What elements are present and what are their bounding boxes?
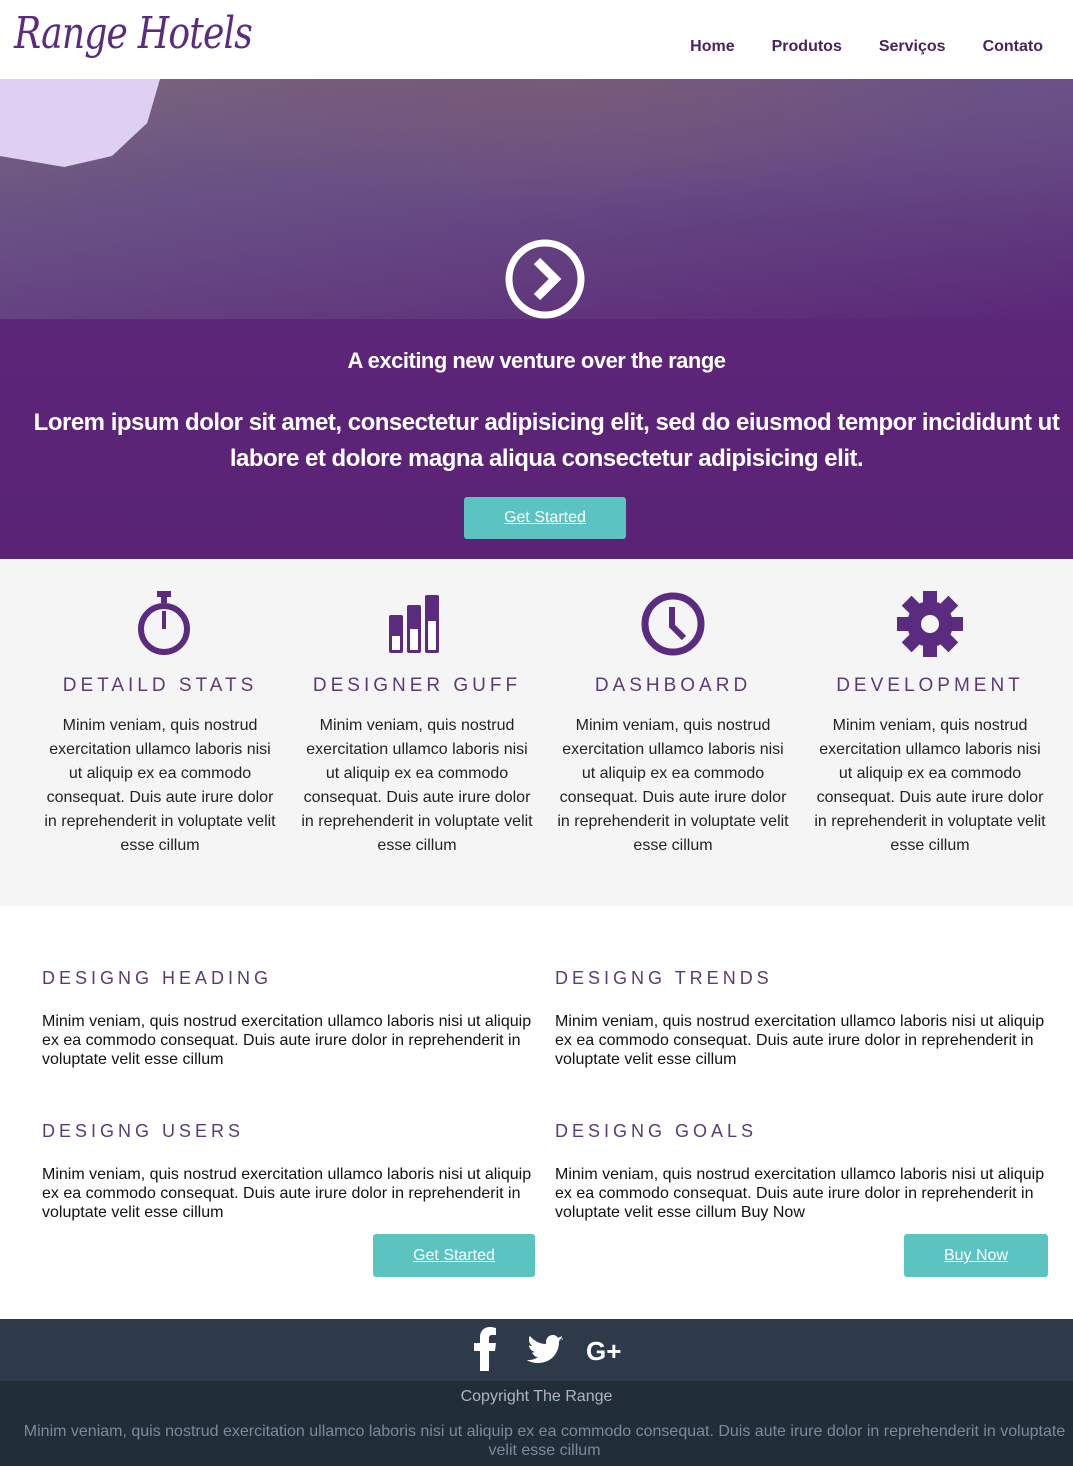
content-title: DESIGNG TRENDS: [555, 968, 773, 988]
facebook-icon[interactable]: [474, 1327, 498, 1371]
copyright-text: Copyright The Range: [460, 1388, 613, 1405]
content-text: Minim veniam, quis nostrud exercitation …: [555, 1166, 1045, 1221]
main-nav: Home Produtos Serviços Contato: [653, 38, 1043, 56]
social-bar: G+: [0, 1319, 1073, 1381]
content-block-goals: DESIGNG GOALS Minim veniam, quis nostrud…: [555, 1121, 1050, 1222]
google-plus-icon[interactable]: G+: [586, 1327, 624, 1371]
features-section: DETAILD STATS Minim veniam, quis nostrud…: [0, 559, 1073, 906]
nav-produtos[interactable]: Produtos: [772, 38, 842, 56]
hero-section: A exciting new venture over the range Lo…: [0, 79, 1073, 559]
stopwatch-icon: [138, 591, 190, 655]
content-title: DESIGNG USERS: [42, 1121, 245, 1141]
feature-title: DESIGNER GUFF: [312, 675, 522, 696]
clock-icon: [641, 592, 705, 656]
twitter-icon[interactable]: [527, 1327, 563, 1371]
content-title: DESIGNG HEADING: [42, 968, 273, 988]
feature-text: Minim veniam, quis nostrud exercitation …: [44, 717, 276, 854]
nav-servicos[interactable]: Serviços: [879, 38, 946, 56]
get-started-button[interactable]: Get Started: [373, 1234, 535, 1277]
feature-text: Minim veniam, quis nostrud exercitation …: [557, 717, 789, 854]
hero-text: Lorem ipsum dolor sit amet, consectetur …: [33, 409, 1060, 472]
nav-home[interactable]: Home: [690, 38, 734, 56]
hero-tagline: A exciting new venture over the range: [347, 348, 726, 373]
content-text: Minim veniam, quis nostrud exercitation …: [555, 1013, 1045, 1068]
site-header: Range Hotels Home Produtos Serviços Cont…: [0, 0, 1073, 79]
buy-now-button[interactable]: Buy Now: [904, 1234, 1048, 1277]
content-block-trends: DESIGNG TRENDS Minim veniam, quis nostru…: [555, 968, 1050, 1069]
content-title: DESIGNG GOALS: [555, 1121, 758, 1141]
copyright-area: Copyright The Range Minim veniam, quis n…: [0, 1381, 1073, 1466]
svg-text:G+: G+: [586, 1336, 621, 1366]
footer-text: Minim veniam, quis nostrud exercitation …: [23, 1423, 1066, 1459]
feature-title: DETAILD STATS: [62, 675, 258, 696]
nav-contato[interactable]: Contato: [983, 38, 1043, 56]
feature-text: Minim veniam, quis nostrud exercitation …: [301, 717, 533, 854]
content-block-users: DESIGNG USERS Minim veniam, quis nostrud…: [42, 1121, 537, 1222]
content-block-heading: DESIGNG HEADING Minim veniam, quis nostr…: [42, 968, 537, 1069]
content-text: Minim veniam, quis nostrud exercitation …: [42, 1166, 532, 1221]
content-text: Minim veniam, quis nostrud exercitation …: [42, 1013, 532, 1068]
chevron-right-circle-icon[interactable]: [505, 239, 585, 319]
feature-text: Minim veniam, quis nostrud exercitation …: [814, 717, 1046, 854]
feature-title: DASHBOARD: [594, 675, 752, 696]
gear-icon: [897, 591, 963, 657]
hero-get-started-button[interactable]: Get Started: [464, 497, 626, 539]
bar-chart-icon: [389, 595, 439, 653]
feature-title: DEVELOPMENT: [836, 675, 1024, 696]
site-logo[interactable]: Range Hotels: [14, 8, 253, 59]
